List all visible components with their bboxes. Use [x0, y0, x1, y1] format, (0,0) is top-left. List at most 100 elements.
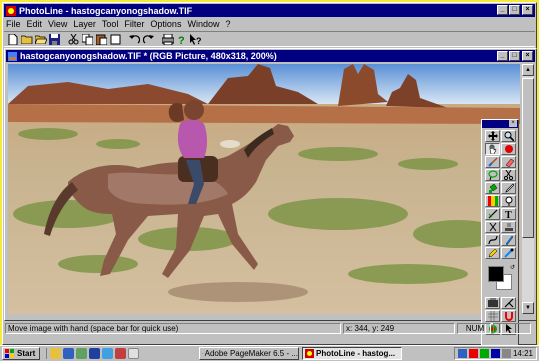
palette-close-icon[interactable]: × — [509, 120, 517, 127]
channel-icon[interactable] — [102, 348, 113, 359]
pencil-icon[interactable] — [485, 247, 500, 259]
app-titlebar[interactable]: PhotoLine - hastogcanyonogshadow.TIF _ □… — [4, 4, 535, 17]
lasso-icon[interactable] — [485, 169, 500, 181]
undo-icon[interactable] — [128, 33, 141, 46]
clock[interactable]: 14:21 — [513, 349, 533, 358]
stamp-icon[interactable] — [501, 221, 516, 233]
fill-icon[interactable] — [485, 182, 500, 194]
clear-icon[interactable] — [109, 33, 122, 46]
move-icon[interactable] — [485, 130, 500, 142]
palette-titlebar[interactable]: × — [482, 120, 518, 128]
zoom-icon[interactable] — [501, 130, 516, 142]
document-titlebar[interactable]: hastogcanyonogshadow.TIF * (RGB Picture,… — [6, 50, 535, 62]
monitor-icon[interactable] — [479, 349, 489, 358]
scroll-thumb[interactable] — [522, 78, 534, 238]
open-icon[interactable] — [20, 33, 33, 46]
scroll-down-icon[interactable]: ▼ — [522, 302, 534, 314]
app-title: PhotoLine - hastogcanyonogshadow.TIF — [19, 5, 193, 16]
start-label: Start — [17, 349, 36, 358]
horse-rider-photo — [8, 64, 520, 314]
image-canvas[interactable] — [8, 64, 520, 314]
task-pagemaker-label: Adobe PageMaker 6.5 - ... — [204, 349, 298, 358]
sharpen-icon[interactable] — [501, 234, 516, 246]
swap-colors-icon[interactable]: ↺ — [510, 264, 515, 271]
context-help-icon[interactable]: ? — [189, 33, 202, 46]
app-launch-icon[interactable] — [115, 348, 126, 359]
main-toolbar: ? ? — [4, 31, 535, 47]
menu-window[interactable]: Window — [187, 19, 219, 29]
volume-icon[interactable] — [501, 349, 511, 358]
scroll-up-icon[interactable]: ▲ — [522, 64, 534, 76]
desktop-icon[interactable] — [76, 348, 87, 359]
foreground-color-swatch[interactable] — [488, 266, 504, 282]
paste-icon[interactable] — [95, 33, 108, 46]
clone-icon[interactable] — [485, 221, 500, 233]
doc-maximize-button[interactable]: □ — [509, 51, 520, 61]
menu-options[interactable]: Options — [150, 19, 181, 29]
svg-text:T: T — [505, 210, 512, 219]
svg-text:?: ? — [196, 36, 202, 45]
curve-icon[interactable] — [485, 234, 500, 246]
numlock-indicator: NUM — [457, 323, 491, 334]
eraser-icon[interactable] — [501, 156, 516, 168]
scissors-icon[interactable] — [501, 169, 516, 181]
close-button[interactable]: × — [522, 5, 533, 15]
menu-file[interactable]: File — [6, 19, 21, 29]
network-icon[interactable] — [457, 349, 467, 358]
document-title: hastogcanyonogshadow.TIF * (RGB Picture,… — [20, 51, 277, 61]
cut-icon[interactable] — [67, 33, 80, 46]
menu-layer[interactable]: Layer — [73, 19, 96, 29]
color-selector[interactable]: ↺ — [485, 264, 515, 292]
ellipse-icon[interactable] — [501, 143, 516, 155]
photoline-window: PhotoLine - hastogcanyonogshadow.TIF _ □… — [2, 2, 537, 359]
quick-launch — [46, 348, 139, 359]
tool-grid: T — [482, 128, 518, 261]
menu-help[interactable]: ? — [225, 19, 230, 29]
eyedropper-icon[interactable] — [501, 182, 516, 194]
brush-icon[interactable] — [485, 156, 500, 168]
doc-close-button[interactable]: × — [522, 51, 533, 61]
airbrush-icon[interactable] — [501, 247, 516, 259]
doc-minimize-button[interactable]: _ — [497, 51, 508, 61]
task-photoline-label: PhotoLine - hastog... — [316, 349, 396, 358]
minimize-button[interactable]: _ — [497, 5, 508, 15]
maximize-button[interactable]: □ — [509, 5, 520, 15]
antivirus-icon[interactable] — [468, 349, 478, 358]
task-photoline[interactable]: PhotoLine - hastog... — [302, 347, 402, 360]
line-icon[interactable] — [485, 208, 500, 220]
magnet-icon[interactable] — [501, 310, 516, 322]
smudge-icon[interactable] — [501, 195, 516, 207]
open-folder-icon[interactable] — [34, 33, 47, 46]
menu-tool[interactable]: Tool — [102, 19, 119, 29]
print-icon[interactable] — [161, 33, 174, 46]
outlook-icon[interactable] — [89, 348, 100, 359]
text-icon[interactable]: T — [501, 208, 516, 220]
cursor-coordinates: x: 344, y: 249 — [343, 323, 455, 334]
start-button[interactable]: Start — [2, 347, 40, 360]
status-spare-field — [493, 323, 531, 334]
status-message: Move image with hand (space bar for quic… — [5, 323, 341, 334]
task-pagemaker[interactable]: Adobe PageMaker 6.5 - ... — [199, 347, 299, 360]
menu-filter[interactable]: Filter — [124, 19, 144, 29]
explorer-icon[interactable] — [50, 348, 61, 359]
mask-icon[interactable] — [501, 297, 516, 309]
help-icon[interactable]: ? — [175, 33, 188, 46]
menu-view[interactable]: View — [48, 19, 67, 29]
hand-icon[interactable] — [485, 143, 500, 155]
new-icon[interactable] — [6, 33, 19, 46]
windows-taskbar: Start Adobe PageMaker 6.5 - ... PhotoLin… — [0, 345, 539, 361]
menu-edit[interactable]: Edit — [27, 19, 43, 29]
layer-icon[interactable] — [485, 297, 500, 309]
save-icon[interactable] — [48, 33, 61, 46]
document-window: hastogcanyonogshadow.TIF * (RGB Picture,… — [4, 48, 537, 359]
notepad-icon[interactable] — [128, 348, 139, 359]
grid-icon[interactable] — [485, 310, 500, 322]
browser-icon[interactable] — [63, 348, 74, 359]
gradient-icon[interactable] — [485, 195, 500, 207]
system-tray: 14:21 — [453, 347, 537, 360]
redo-icon[interactable] — [142, 33, 155, 46]
vertical-scrollbar[interactable]: ▲ ▼ — [522, 64, 534, 314]
copy-icon[interactable] — [81, 33, 94, 46]
mdi-workspace: hastogcanyonogshadow.TIF * (RGB Picture,… — [4, 48, 537, 359]
display-icon[interactable] — [490, 349, 500, 358]
